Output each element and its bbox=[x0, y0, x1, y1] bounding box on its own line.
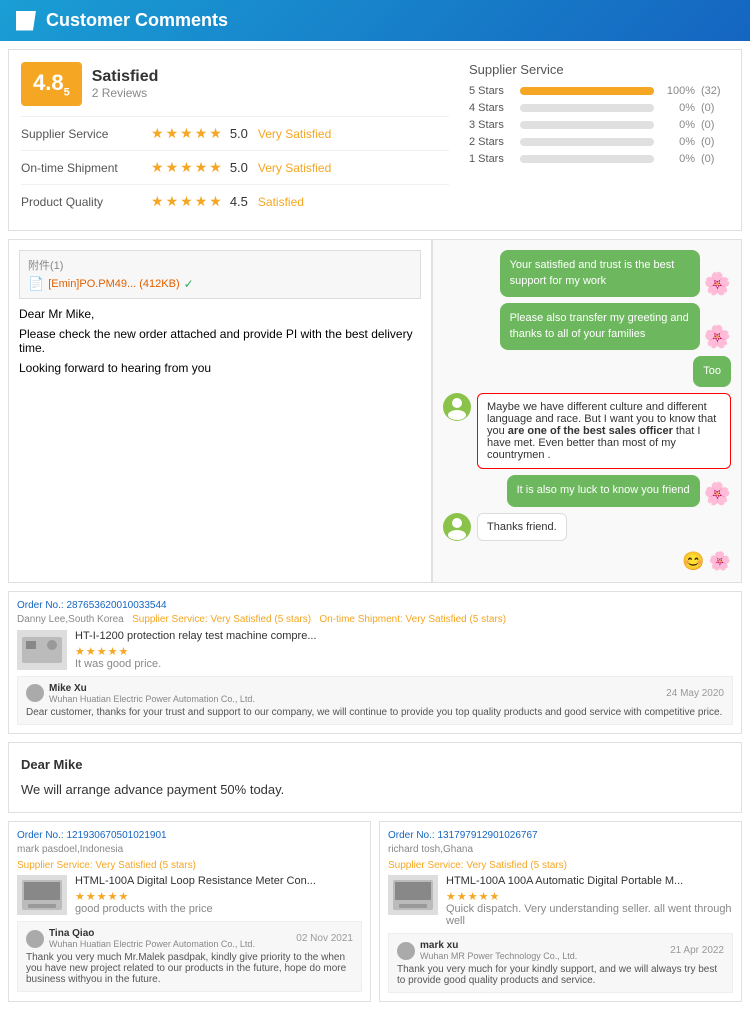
reply-avatar-1 bbox=[26, 684, 44, 702]
chat-message-1: Your satisfied and trust is the best sup… bbox=[443, 250, 731, 297]
product-info-3: HTML-100A 100A Automatic Digital Portabl… bbox=[446, 875, 733, 927]
chat-bubble-1: Your satisfied and trust is the best sup… bbox=[500, 250, 700, 297]
email-body1: Please check the new order attached and … bbox=[19, 327, 421, 355]
rating-row-supplier: Supplier Service ★★★★★ 5.0 Very Satisfie… bbox=[21, 116, 449, 150]
emoji-row: 😊 🌸 bbox=[443, 551, 731, 572]
dear-mike-section: Dear Mike We will arrange advance paymen… bbox=[8, 742, 742, 814]
reply-avatar-3 bbox=[397, 942, 415, 960]
attachment-box: 附件(1) 📄 [Emin]PO.PM49... (412KB) ✓ bbox=[19, 250, 421, 299]
chat-messages: Your satisfied and trust is the best sup… bbox=[443, 250, 731, 571]
chat-message-5: It is also my luck to know you friend 🌸 bbox=[443, 475, 731, 506]
chat-bubble-4: Maybe we have different culture and diff… bbox=[477, 393, 731, 469]
reply-box-3: mark xu Wuhan MR Power Technology Co., L… bbox=[388, 933, 733, 993]
product-info-1: HT-I-1200 protection relay test machine … bbox=[75, 630, 733, 670]
product-image-2 bbox=[17, 875, 67, 915]
rating-badge: 4.85 Satisfied 2 Reviews bbox=[21, 62, 449, 106]
order-block-3: Order No.: 131797912901026767 richard to… bbox=[379, 821, 742, 1002]
product-stars-1: ★★★★★ bbox=[75, 645, 733, 658]
chat-message-2: Please also transfer my greeting and tha… bbox=[443, 303, 731, 350]
supplier-service-chart: Supplier Service 5 Stars 100% (32) 4 Sta… bbox=[469, 62, 729, 218]
page-title: Customer Comments bbox=[46, 10, 228, 31]
email-salutation: Dear Mr Mike, bbox=[19, 307, 421, 321]
ratings-section: 4.85 Satisfied 2 Reviews Supplier Servic… bbox=[8, 49, 742, 231]
order2-service: Supplier Service: Very Satisfied (5 star… bbox=[17, 860, 362, 871]
reply-box-2: Tina Qiao Wuhan Huatian Electric Power A… bbox=[17, 921, 362, 992]
chat-message-6: Thanks friend. bbox=[443, 513, 731, 541]
bar-2stars: 2 Stars 0% (0) bbox=[469, 136, 729, 148]
stars-supplier: ★★★★★ bbox=[151, 125, 222, 142]
stars-ontime: ★★★★★ bbox=[151, 159, 222, 176]
bar-5stars: 5 Stars 100% (32) bbox=[469, 85, 729, 97]
order-block-2: Order No.: 121930670501021901 mark pasdo… bbox=[8, 821, 371, 1002]
reply-box-1: Mike Xu Wuhan Huatian Electric Power Aut… bbox=[17, 676, 733, 725]
bar-3stars: 3 Stars 0% (0) bbox=[469, 119, 729, 131]
chat-bubble-3: Too bbox=[693, 356, 731, 387]
reviewer-info-1: Danny Lee,South Korea Supplier Service: … bbox=[17, 614, 733, 625]
product-row-1: HT-I-1200 protection relay test machine … bbox=[17, 630, 733, 670]
attachment-file: 📄 [Emin]PO.PM49... (412KB) ✓ bbox=[28, 276, 412, 292]
reviewer-info-2: mark pasdoel,Indonesia bbox=[17, 844, 362, 855]
stars-quality: ★★★★★ bbox=[151, 193, 222, 210]
chat-message-4: Maybe we have different culture and diff… bbox=[443, 393, 731, 469]
comment-icon bbox=[16, 11, 36, 31]
chat-bubble-2: Please also transfer my greeting and tha… bbox=[500, 303, 700, 350]
chat-message-3: Too bbox=[443, 356, 731, 387]
chat-avatar-4 bbox=[443, 393, 471, 421]
reviewer-info-3: richard tosh,Ghana bbox=[388, 844, 733, 855]
chat-panel: Your satisfied and trust is the best sup… bbox=[432, 239, 742, 582]
emoji-2: 🌸 bbox=[709, 551, 731, 572]
rating-row-quality: Product Quality ★★★★★ 4.5 Satisfied bbox=[21, 184, 449, 218]
email-chat-section: 附件(1) 📄 [Emin]PO.PM49... (412KB) ✓ Dear … bbox=[8, 239, 742, 582]
rating-label: Satisfied bbox=[92, 68, 159, 86]
chat-avatar-6 bbox=[443, 513, 471, 541]
product-stars-3: ★★★★★ bbox=[446, 890, 733, 903]
product-stars-2: ★★★★★ bbox=[75, 890, 362, 903]
flower-icon-2: 🌸 bbox=[704, 324, 731, 350]
flower-icon-1: 🌸 bbox=[704, 271, 731, 297]
product-row-3: HTML-100A 100A Automatic Digital Portabl… bbox=[388, 875, 733, 927]
email-panel: 附件(1) 📄 [Emin]PO.PM49... (412KB) ✓ Dear … bbox=[8, 239, 432, 582]
bar-4stars: 4 Stars 0% (0) bbox=[469, 102, 729, 114]
reply-author-2: Tina Qiao Wuhan Huatian Electric Power A… bbox=[26, 928, 353, 949]
reply-avatar-2 bbox=[26, 930, 44, 948]
chat-bubble-6: Thanks friend. bbox=[477, 513, 567, 541]
order3-service: Supplier Service: Very Satisfied (5 star… bbox=[388, 860, 733, 871]
chat-bubble-5: It is also my luck to know you friend bbox=[507, 475, 700, 506]
reply-author-3: mark xu Wuhan MR Power Technology Co., L… bbox=[397, 940, 724, 961]
flower-icon-5: 🌸 bbox=[704, 481, 731, 507]
product-info-2: HTML-100A Digital Loop Resistance Meter … bbox=[75, 875, 362, 915]
bottom-orders: Order No.: 121930670501021901 mark pasdo… bbox=[8, 821, 742, 1002]
product-image-3 bbox=[388, 875, 438, 915]
rating-left: 4.85 Satisfied 2 Reviews Supplier Servic… bbox=[21, 62, 449, 218]
email-body2: Looking forward to hearing from you bbox=[19, 361, 421, 375]
order-block-1: Order No.: 287653620010033544 Danny Lee,… bbox=[8, 591, 742, 734]
reply-author-1: Mike Xu Wuhan Huatian Electric Power Aut… bbox=[26, 683, 724, 704]
bar-1stars: 1 Stars 0% (0) bbox=[469, 153, 729, 165]
rating-row-ontime: On-time Shipment ★★★★★ 5.0 Very Satisfie… bbox=[21, 150, 449, 184]
product-row-2: HTML-100A Digital Loop Resistance Meter … bbox=[17, 875, 362, 915]
reviews-count: 2 Reviews bbox=[92, 86, 159, 100]
product-image-1 bbox=[17, 630, 67, 670]
emoji-1: 😊 bbox=[682, 551, 704, 572]
page-header: Customer Comments bbox=[0, 0, 750, 41]
rating-score: 4.85 bbox=[21, 62, 82, 106]
